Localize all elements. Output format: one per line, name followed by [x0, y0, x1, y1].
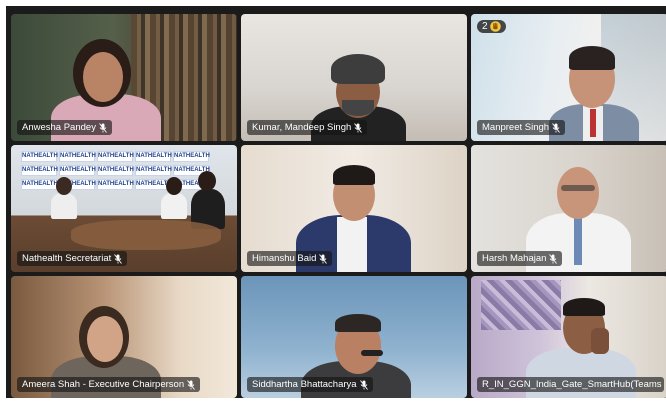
video-tile-mandeep-singh[interactable]: Kumar, Mandeep Singh — [241, 14, 467, 141]
participant-name-tag: Anwesha Pandey — [17, 120, 112, 135]
wall-artwork — [481, 280, 561, 330]
video-tile-siddhartha-bhattacharya[interactable]: Siddhartha Bhattacharya — [241, 276, 467, 398]
participant-name-tag: Himanshu Baid — [247, 251, 333, 266]
participant-name-tag: Ameera Shah - Executive Chairperson — [17, 377, 201, 392]
participant-name-tag: R_IN_GGN_India_Gate_SmartHub(Teams Vi... — [477, 377, 664, 392]
mic-off-icon — [552, 122, 560, 133]
participant-name-tag: Kumar, Mandeep Singh — [247, 120, 368, 135]
meeting-gallery: Anwesha Pandey Kumar, Mandeep Singh 2 Ma… — [6, 6, 666, 398]
video-tile-anwesha-pandey[interactable]: Anwesha Pandey — [11, 14, 237, 141]
raised-hand-icon — [489, 21, 501, 32]
raised-hand-indicator: 2 — [477, 20, 506, 33]
mic-off-icon — [549, 253, 558, 264]
video-tile-himanshu-baid[interactable]: Himanshu Baid — [241, 145, 467, 272]
mic-off-icon — [359, 379, 368, 390]
participant-name-tag: Siddhartha Bhattacharya — [247, 377, 373, 392]
participant-name-tag: Harsh Mahajan — [477, 251, 563, 266]
mic-off-icon — [187, 379, 195, 390]
video-tile-manpreet-singh[interactable]: 2 Manpreet Singh — [471, 14, 666, 141]
video-tile-nathealth-secretariat[interactable]: NATHEALTH NATHEALTH NATHEALTH NATHEALTH … — [11, 145, 237, 272]
mic-off-icon — [114, 253, 123, 264]
participant-name-tag: Manpreet Singh — [477, 120, 566, 135]
video-tile-harsh-mahajan[interactable]: Harsh Mahajan — [471, 145, 666, 272]
mic-off-icon — [354, 122, 363, 133]
mic-off-icon — [319, 253, 328, 264]
video-tile-smarthub-room[interactable]: R_IN_GGN_India_Gate_SmartHub(Teams Vi... — [471, 276, 666, 398]
participant-name-tag: Nathealth Secretariat — [17, 251, 128, 266]
video-tile-ameera-shah[interactable]: Ameera Shah - Executive Chairperson — [11, 276, 237, 398]
mic-off-icon — [99, 122, 107, 133]
